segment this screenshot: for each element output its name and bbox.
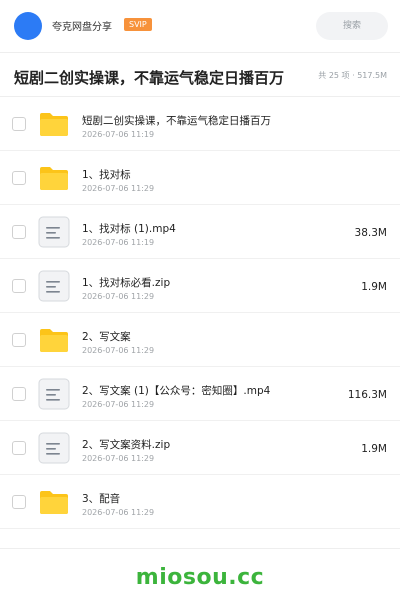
file-size: 116.3M xyxy=(347,389,387,401)
file-row[interactable]: 2、写文案 2026-07-06 11:29 xyxy=(0,313,400,367)
file-row[interactable]: 1、找对标必看.zip 2026-07-06 11:29 1.9M xyxy=(0,259,400,313)
search-button[interactable]: 搜索 xyxy=(316,12,388,40)
file-doc-icon xyxy=(38,432,70,464)
row-checkbox[interactable] xyxy=(12,171,26,185)
file-name: 1、找对标必看.zip xyxy=(82,277,171,289)
row-checkbox[interactable] xyxy=(12,387,26,401)
file-name: 2、写文案 (1)【公众号：密知圈】.mp4 xyxy=(82,385,271,397)
footer: miosou.cc xyxy=(0,548,400,600)
file-size: 1.9M xyxy=(361,443,387,455)
row-checkbox[interactable] xyxy=(12,279,26,293)
file-row[interactable]: 2、写文案资料.zip 2026-07-06 11:29 1.9M xyxy=(0,421,400,475)
file-time: 2026-07-06 11:29 xyxy=(82,292,155,301)
row-checkbox[interactable] xyxy=(12,225,26,239)
file-doc-icon xyxy=(38,216,70,248)
row-checkbox[interactable] xyxy=(12,333,26,347)
file-name: 3、配音 xyxy=(82,493,121,505)
row-checkbox[interactable] xyxy=(12,117,26,131)
row-checkbox[interactable] xyxy=(12,441,26,455)
folder-icon xyxy=(38,162,70,194)
folder-icon xyxy=(38,324,70,356)
file-time: 2026-07-06 11:29 xyxy=(82,454,155,463)
watermark: miosou.cc xyxy=(135,565,265,590)
folder-title: 短剧二创实操课，不靠运气稳定日播百万 xyxy=(14,69,285,87)
row-checkbox[interactable] xyxy=(12,495,26,509)
file-doc-icon xyxy=(38,270,70,302)
header: 夸克网盘分享 SVIP 搜索 xyxy=(0,0,400,52)
file-row[interactable]: 2、写文案 (1)【公众号：密知圈】.mp4 2026-07-06 11:29 … xyxy=(0,367,400,421)
file-time: 2026-07-06 11:19 xyxy=(82,238,155,247)
share-title: 夸克网盘分享 xyxy=(52,22,112,33)
file-time: 2026-07-06 11:29 xyxy=(82,400,155,409)
file-row[interactable]: 短剧二创实操课，不靠运气稳定日播百万 2026-07-06 11:19 xyxy=(0,97,400,151)
file-list: 短剧二创实操课，不靠运气稳定日播百万 2026-07-06 11:19 1、找对… xyxy=(0,97,400,529)
file-name: 短剧二创实操课，不靠运气稳定日播百万 xyxy=(82,115,271,127)
file-time: 2026-07-06 11:29 xyxy=(82,508,155,517)
folder-icon xyxy=(38,486,70,518)
file-time: 2026-07-06 11:29 xyxy=(82,184,155,193)
file-name: 2、写文案 xyxy=(82,331,131,343)
svip-badge: SVIP xyxy=(124,18,152,31)
avatar[interactable] xyxy=(14,12,42,40)
file-name: 1、找对标 xyxy=(82,169,131,181)
file-doc-icon xyxy=(38,378,70,410)
file-row[interactable]: 1、找对标 2026-07-06 11:29 xyxy=(0,151,400,205)
file-row[interactable]: 3、配音 2026-07-06 11:29 xyxy=(0,475,400,529)
file-row[interactable]: 1、找对标 (1).mp4 2026-07-06 11:19 38.3M xyxy=(0,205,400,259)
file-name: 2、写文案资料.zip xyxy=(82,439,171,451)
file-time: 2026-07-06 11:29 xyxy=(82,346,155,355)
folder-title-bar: 短剧二创实操课，不靠运气稳定日播百万 共 25 项 · 517.5M xyxy=(0,52,400,97)
file-size: 38.3M xyxy=(354,227,387,239)
folder-icon xyxy=(38,108,70,140)
folder-meta: 共 25 项 · 517.5M xyxy=(318,71,387,80)
file-name: 1、找对标 (1).mp4 xyxy=(82,223,176,235)
file-time: 2026-07-06 11:19 xyxy=(82,130,155,139)
file-size: 1.9M xyxy=(361,281,387,293)
